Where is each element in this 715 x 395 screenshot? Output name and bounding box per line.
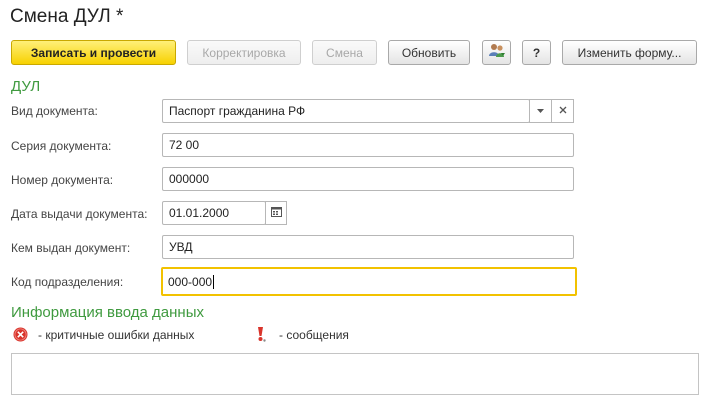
issued-by-label: Кем выдан документ: <box>11 241 131 255</box>
help-button[interactable]: ? <box>522 40 551 65</box>
clear-x-icon <box>559 105 567 117</box>
calendar-icon <box>270 206 282 220</box>
change-form-button[interactable]: Изменить форму... <box>562 40 697 65</box>
subdivision-code-label: Код подразделения: <box>11 275 124 289</box>
refresh-button[interactable]: Обновить <box>388 40 470 65</box>
chevron-down-icon <box>537 105 544 117</box>
issue-date-field[interactable]: 01.01.2000 <box>162 201 266 225</box>
series-label: Серия документа: <box>11 139 112 153</box>
issued-by-field[interactable]: УВД <box>162 235 574 259</box>
messages-panel[interactable] <box>11 353 699 395</box>
calendar-button[interactable] <box>265 201 287 225</box>
section-title-dul: ДУЛ <box>11 78 41 95</box>
subdivision-code-field[interactable]: 000-000 <box>161 267 577 296</box>
correction-button[interactable]: Корректировка <box>187 40 301 65</box>
number-field[interactable]: 000000 <box>162 167 574 191</box>
doc-type-clear-button[interactable] <box>551 99 574 123</box>
exclamation-icon <box>254 326 268 348</box>
subdivision-code-value: 000-000 <box>168 274 213 289</box>
messages-legend: - сообщения <box>279 328 349 342</box>
post-and-write-button[interactable]: Записать и провести <box>11 40 176 65</box>
doc-type-label: Вид документа: <box>11 104 98 118</box>
users-button[interactable] <box>482 40 511 65</box>
critical-errors-legend: - критичные ошибки данных <box>38 328 195 342</box>
doc-type-dropdown-button[interactable] <box>529 99 552 123</box>
info-section-title: Информация ввода данных <box>11 304 204 321</box>
issue-date-label: Дата выдачи документа: <box>11 207 148 221</box>
text-caret <box>213 274 215 289</box>
window-title: Смена ДУЛ * <box>10 6 124 27</box>
series-field[interactable]: 72 00 <box>162 133 574 157</box>
doc-type-field[interactable]: Паспорт гражданина РФ <box>162 99 530 123</box>
change-button[interactable]: Смена <box>312 40 377 65</box>
error-circle-icon <box>13 327 28 347</box>
users-icon <box>488 43 506 62</box>
number-label: Номер документа: <box>11 173 114 187</box>
